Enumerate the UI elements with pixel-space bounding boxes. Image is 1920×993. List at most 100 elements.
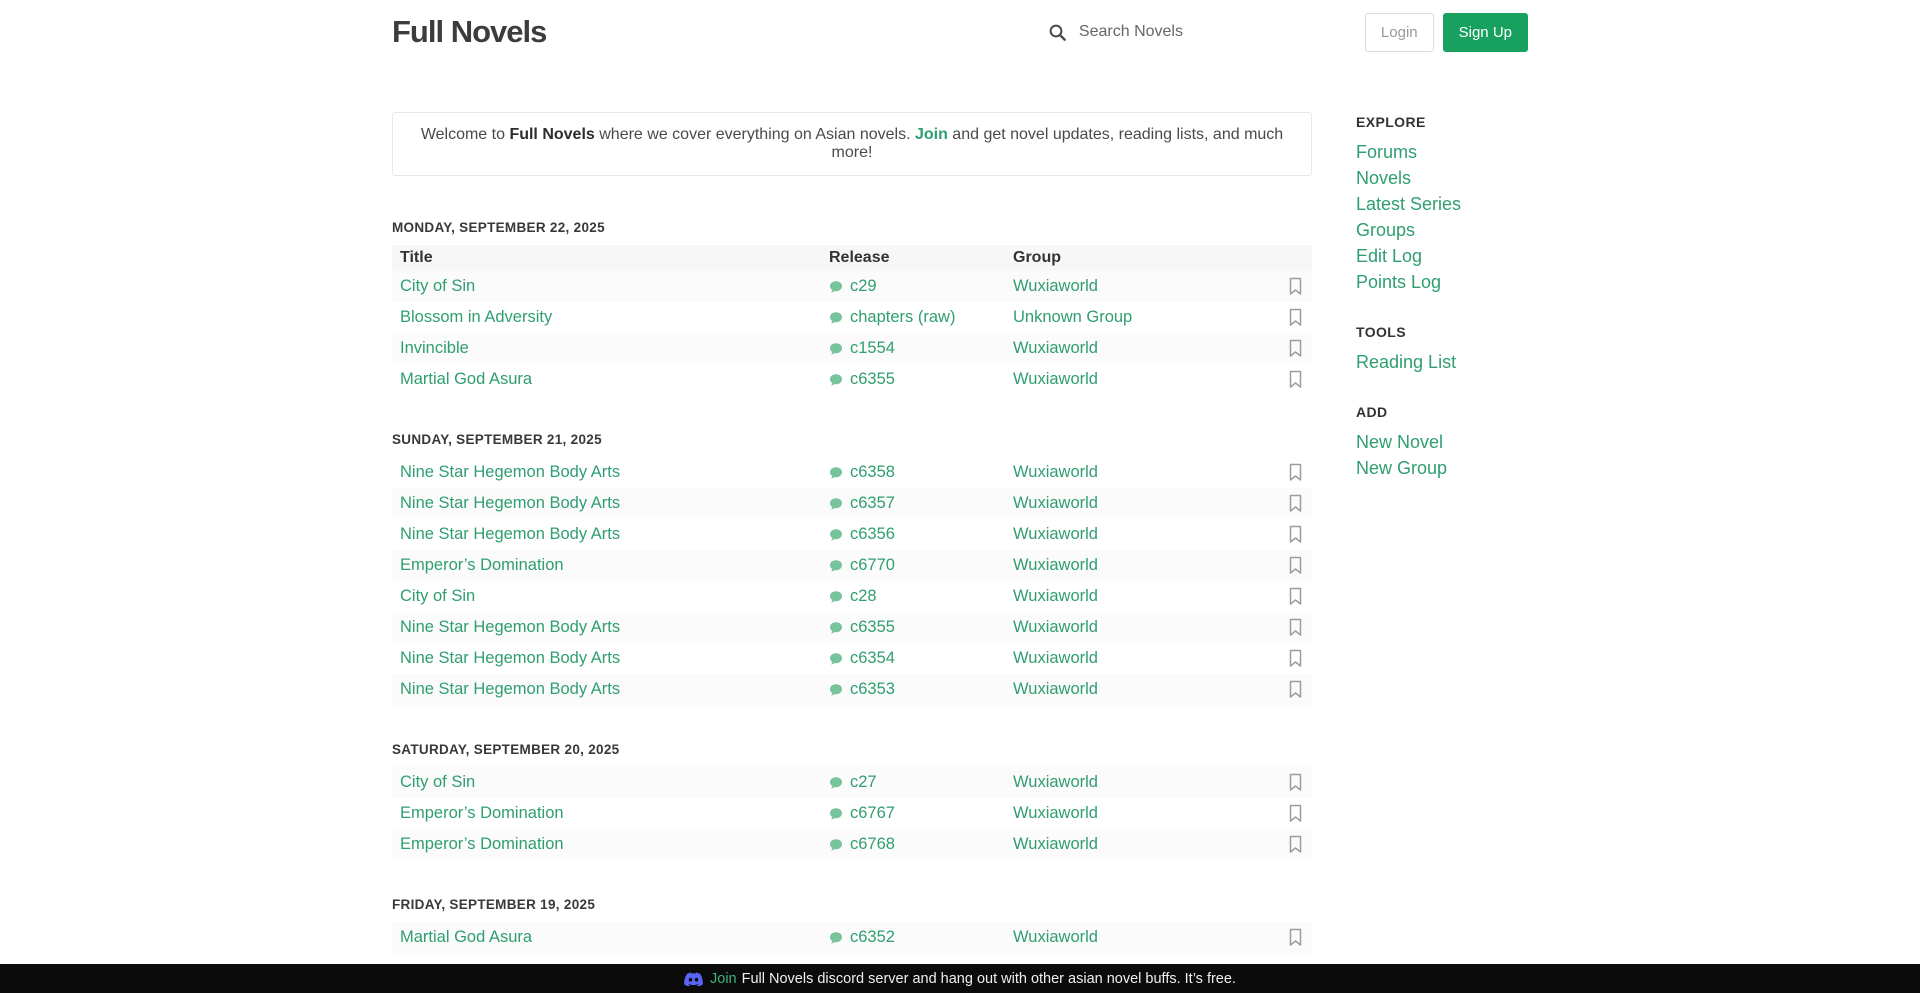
release-link[interactable]: c6354 <box>850 649 895 668</box>
main-area: Welcome to Full Novels where we cover ev… <box>392 112 1528 993</box>
welcome-banner: Welcome to Full Novels where we cover ev… <box>392 112 1312 176</box>
sidebar-link-new-group[interactable]: New Group <box>1356 455 1528 481</box>
novel-title-link[interactable]: City of Sin <box>400 587 475 605</box>
novel-title-link[interactable]: City of Sin <box>400 773 475 791</box>
novel-title-link[interactable]: Emperor’s Domination <box>400 556 564 574</box>
group-link[interactable]: Wuxiaworld <box>1013 277 1098 295</box>
release-link[interactable]: c1554 <box>850 339 895 358</box>
sidebar-links: Reading List <box>1356 349 1528 375</box>
welcome-join-link[interactable]: Join <box>915 126 948 143</box>
sidebar-link-latest-series[interactable]: Latest Series <box>1356 191 1528 217</box>
group-link[interactable]: Wuxiaworld <box>1013 649 1098 667</box>
footer-text: Full Novels discord server and hang out … <box>742 971 1236 987</box>
novel-title-link[interactable]: Nine Star Hegemon Body Arts <box>400 680 620 698</box>
bookmark-icon[interactable] <box>1288 494 1303 513</box>
release-link[interactable]: c6768 <box>850 835 895 854</box>
release-link[interactable]: c28 <box>850 587 877 606</box>
group-link[interactable]: Wuxiaworld <box>1013 804 1098 822</box>
chat-bubble-icon <box>829 590 843 604</box>
search-input[interactable] <box>1079 23 1279 41</box>
novel-title-link[interactable]: Nine Star Hegemon Body Arts <box>400 525 620 543</box>
welcome-text-middle: where we cover everything on Asian novel… <box>595 126 915 143</box>
group-link[interactable]: Wuxiaworld <box>1013 680 1098 698</box>
group-link[interactable]: Wuxiaworld <box>1013 525 1098 543</box>
novel-title-link[interactable]: City of Sin <box>400 277 475 295</box>
novel-title-link[interactable]: Emperor’s Domination <box>400 804 564 822</box>
table-row: Nine Star Hegemon Body Arts c6356 Wuxiaw… <box>392 519 1312 550</box>
bookmark-icon[interactable] <box>1288 587 1303 606</box>
novel-title-link[interactable]: Blossom in Adversity <box>400 308 552 326</box>
release-link[interactable]: chapters (raw) <box>850 308 955 327</box>
table-row: Martial God Asura c6355 Wuxiaworld <box>392 364 1312 395</box>
release-link[interactable]: c6352 <box>850 928 895 947</box>
group-link[interactable]: Wuxiaworld <box>1013 494 1098 512</box>
release-link[interactable]: c27 <box>850 773 877 792</box>
release-link[interactable]: c6355 <box>850 370 895 389</box>
footer-join-link[interactable]: Join <box>710 971 737 987</box>
bookmark-icon[interactable] <box>1288 928 1303 947</box>
novel-title-link[interactable]: Emperor’s Domination <box>400 835 564 853</box>
release-link[interactable]: c6767 <box>850 804 895 823</box>
bookmark-icon[interactable] <box>1288 556 1303 575</box>
group-link[interactable]: Wuxiaworld <box>1013 928 1098 946</box>
release-link[interactable]: c6358 <box>850 463 895 482</box>
sidebar-link-forums[interactable]: Forums <box>1356 139 1528 165</box>
bookmark-icon[interactable] <box>1288 308 1303 327</box>
section-date: SUNDAY, SEPTEMBER 21, 2025 <box>392 432 1312 447</box>
novel-title-link[interactable]: Nine Star Hegemon Body Arts <box>400 649 620 667</box>
release-link[interactable]: c6355 <box>850 618 895 637</box>
group-link[interactable]: Wuxiaworld <box>1013 370 1098 388</box>
novel-title-link[interactable]: Martial God Asura <box>400 928 532 946</box>
bookmark-icon[interactable] <box>1288 370 1303 389</box>
table-row: City of Sin c28 Wuxiaworld <box>392 581 1312 612</box>
table-row: Nine Star Hegemon Body Arts c6353 Wuxiaw… <box>392 674 1312 705</box>
bookmark-icon[interactable] <box>1288 618 1303 637</box>
site-logo[interactable]: Full Novels <box>392 14 546 50</box>
group-link[interactable]: Wuxiaworld <box>1013 773 1098 791</box>
sidebar-link-edit-log[interactable]: Edit Log <box>1356 243 1528 269</box>
release-link[interactable]: c29 <box>850 277 877 296</box>
release-link[interactable]: c6353 <box>850 680 895 699</box>
sidebar-link-new-novel[interactable]: New Novel <box>1356 429 1528 455</box>
group-link[interactable]: Wuxiaworld <box>1013 463 1098 481</box>
welcome-text-prefix: Welcome to <box>421 126 510 143</box>
novel-title-link[interactable]: Nine Star Hegemon Body Arts <box>400 463 620 481</box>
novel-title-link[interactable]: Nine Star Hegemon Body Arts <box>400 618 620 636</box>
login-button[interactable]: Login <box>1365 13 1434 52</box>
novel-title-link[interactable]: Invincible <box>400 339 469 357</box>
signup-button[interactable]: Sign Up <box>1443 13 1528 52</box>
bookmark-icon[interactable] <box>1288 463 1303 482</box>
bookmark-icon[interactable] <box>1288 773 1303 792</box>
group-link[interactable]: Wuxiaworld <box>1013 618 1098 636</box>
bookmark-icon[interactable] <box>1288 649 1303 668</box>
sidebar-link-points-log[interactable]: Points Log <box>1356 269 1528 295</box>
column-header-group: Group <box>1013 249 1282 267</box>
sidebar-link-novels[interactable]: Novels <box>1356 165 1528 191</box>
release-link[interactable]: c6770 <box>850 556 895 575</box>
table-row: Invincible c1554 Wuxiaworld <box>392 333 1312 364</box>
release-link[interactable]: c6356 <box>850 525 895 544</box>
group-link[interactable]: Wuxiaworld <box>1013 339 1098 357</box>
bookmark-icon[interactable] <box>1288 277 1303 296</box>
bookmark-icon[interactable] <box>1288 804 1303 823</box>
novel-title-link[interactable]: Nine Star Hegemon Body Arts <box>400 494 620 512</box>
group-link[interactable]: Unknown Group <box>1013 308 1132 326</box>
bookmark-icon[interactable] <box>1288 339 1303 358</box>
sidebar-links: New NovelNew Group <box>1356 429 1528 481</box>
bookmark-icon[interactable] <box>1288 525 1303 544</box>
bookmark-icon[interactable] <box>1288 680 1303 699</box>
bookmark-icon[interactable] <box>1288 835 1303 854</box>
sidebar-section: ADD New NovelNew Group <box>1356 404 1528 481</box>
sidebar-link-groups[interactable]: Groups <box>1356 217 1528 243</box>
sidebar: EXPLORE ForumsNovelsLatest SeriesGroupsE… <box>1356 112 1528 510</box>
sidebar-link-reading-list[interactable]: Reading List <box>1356 349 1528 375</box>
novel-title-link[interactable]: Martial God Asura <box>400 370 532 388</box>
chat-bubble-icon <box>829 342 843 356</box>
release-link[interactable]: c6357 <box>850 494 895 513</box>
release-day-section: SUNDAY, SEPTEMBER 21, 2025 Nine Star Heg… <box>392 432 1312 705</box>
chat-bubble-icon <box>829 311 843 325</box>
group-link[interactable]: Wuxiaworld <box>1013 556 1098 574</box>
search-box[interactable] <box>1049 23 1299 41</box>
group-link[interactable]: Wuxiaworld <box>1013 587 1098 605</box>
group-link[interactable]: Wuxiaworld <box>1013 835 1098 853</box>
